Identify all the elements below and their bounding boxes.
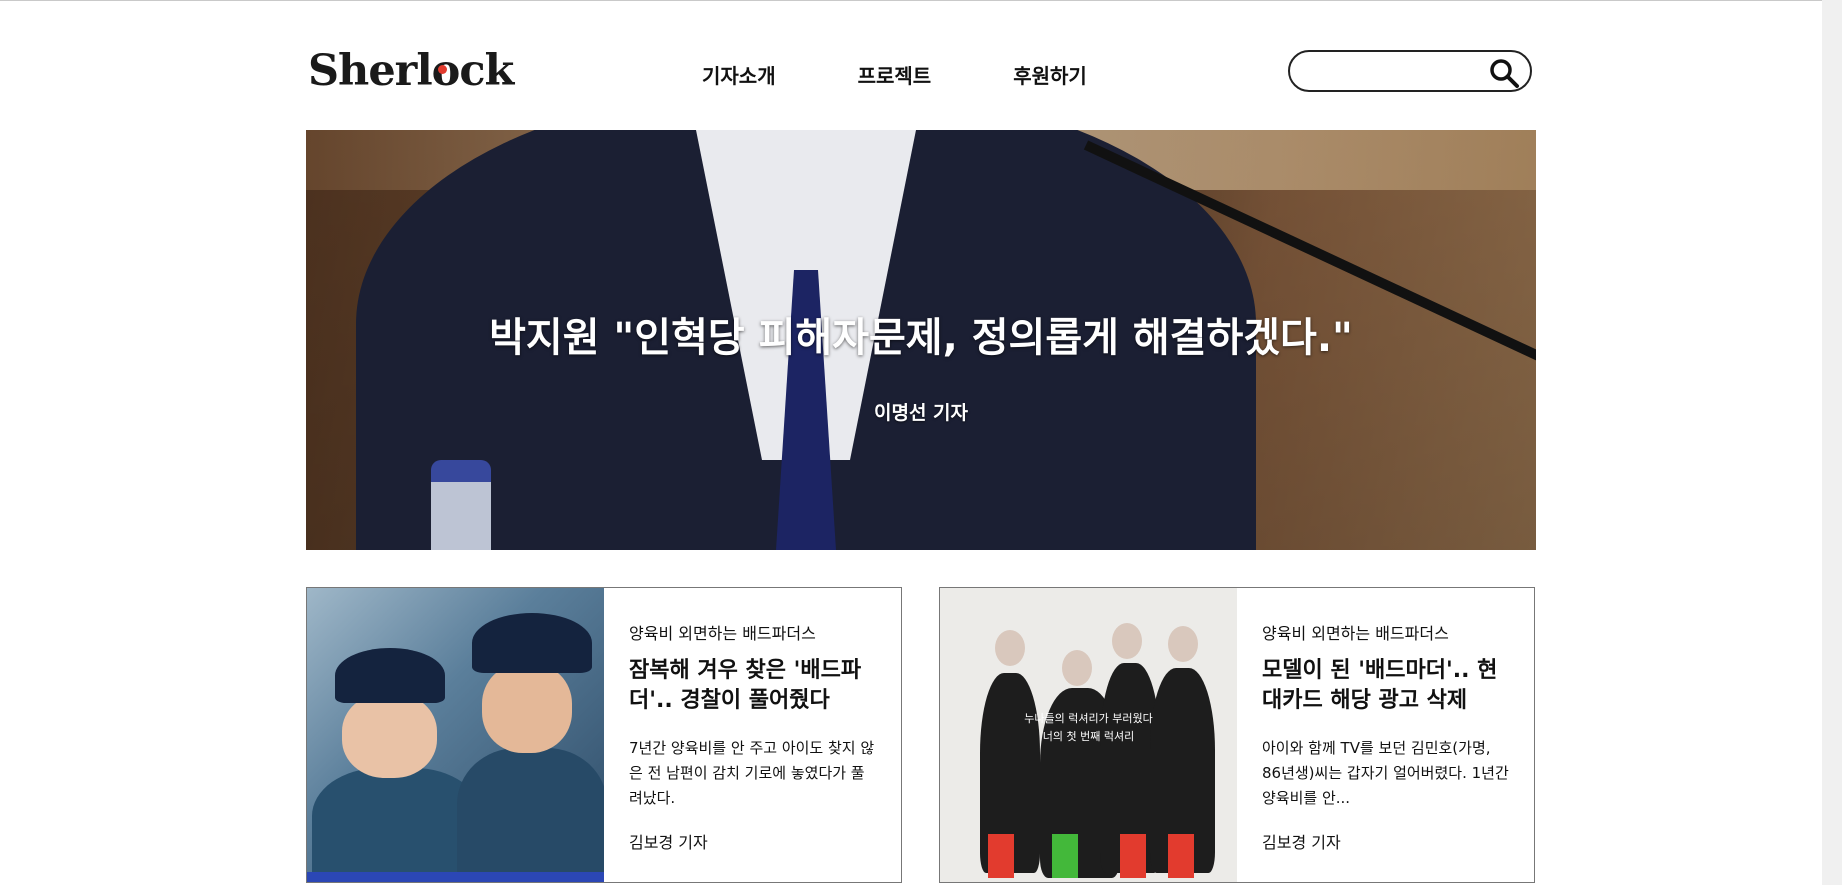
hero-author: 이명선 기자 [873,402,968,424]
article-excerpt: 7년간 양육비를 안 주고 아이도 찾지 않은 전 남편이 감치 기로에 놓였다… [629,739,875,807]
article-title[interactable]: 잠복해 겨우 찾은 '배드파더'.. 경찰이 풀어줬다 [629,656,876,716]
article-author: 김보경 기자 [1262,833,1341,852]
search-input[interactable] [1306,58,1480,86]
article-thumbnail[interactable]: 누나들의 럭셔리가 부러웠다 너의 첫 번째 럭셔리 [940,588,1237,882]
logo-text-start: Sherl [308,46,433,96]
thumb-head-1 [995,630,1025,666]
thumb-card-green [1052,834,1078,878]
article-author: 김보경 기자 [629,833,708,852]
thumb-cap-2 [472,613,592,673]
magnifier-lens-icon [437,65,447,74]
thumb-card-red-1 [988,834,1014,878]
article-thumbnail[interactable] [307,588,604,882]
article-card[interactable]: 누나들의 럭셔리가 부러웠다 너의 첫 번째 럭셔리 양육비 외면하는 배드파더… [939,587,1535,883]
thumb-strip [307,872,604,882]
article-excerpt: 아이와 함께 TV를 보던 김민호(가명, 86년생)씨는 갑자기 얼어버렸다.… [1262,739,1509,807]
thumb-face-2 [482,663,572,753]
article-title[interactable]: 모델이 된 '배드마더'.. 현대카드 해당 광고 삭제 [1262,656,1509,716]
logo-text-end: ck [459,46,514,96]
search-box [1288,50,1532,92]
thumb-cap-1 [335,648,445,703]
hero-photo-bottle [431,460,491,550]
thumb-caption-1: 누나들의 럭셔리가 부러웠다 [1024,712,1153,725]
thumb-head-4 [1168,626,1198,662]
site-header: Sherlock 기자소개 프로젝트 후원하기 [306,40,1536,110]
thumb-figure-2 [457,748,604,882]
site-logo[interactable]: Sherlock [308,46,514,96]
article-card[interactable]: 양육비 외면하는 배드파더스 잠복해 겨우 찾은 '배드파더'.. 경찰이 풀어… [306,587,902,883]
logo-magnifier-o: o [432,46,461,96]
hero-title[interactable]: 박지원 "인혁당 피해자문제, 정의롭게 해결하겠다." [306,305,1536,363]
nav-item-projects[interactable]: 프로젝트 [858,60,932,92]
main-nav: 기자소개 프로젝트 후원하기 [702,60,1169,92]
thumb-head-3 [1112,623,1142,659]
article-category[interactable]: 양육비 외면하는 배드파더스 [629,620,876,644]
top-divider [0,0,1842,1]
thumb-card-red-2 [1120,834,1146,878]
thumb-face-1 [342,693,437,778]
article-body: 양육비 외면하는 배드파더스 잠복해 겨우 찾은 '배드파더'.. 경찰이 풀어… [604,588,901,882]
hero-banner[interactable]: 박지원 "인혁당 피해자문제, 정의롭게 해결하겠다." 이명선 기자 [306,130,1536,550]
thumb-caption-2: 너의 첫 번째 럭셔리 [1042,730,1135,743]
search-icon[interactable] [1488,57,1520,89]
nav-item-support[interactable]: 후원하기 [1013,60,1087,92]
thumb-head-2 [1062,650,1092,686]
thumb-card-red-3 [1168,834,1194,878]
article-category[interactable]: 양육비 외면하는 배드파더스 [1262,620,1509,644]
scrollbar[interactable] [1822,0,1842,885]
article-body: 양육비 외면하는 배드파더스 모델이 된 '배드마더'.. 현대카드 해당 광고… [1237,588,1534,882]
nav-item-reporters[interactable]: 기자소개 [702,60,776,92]
